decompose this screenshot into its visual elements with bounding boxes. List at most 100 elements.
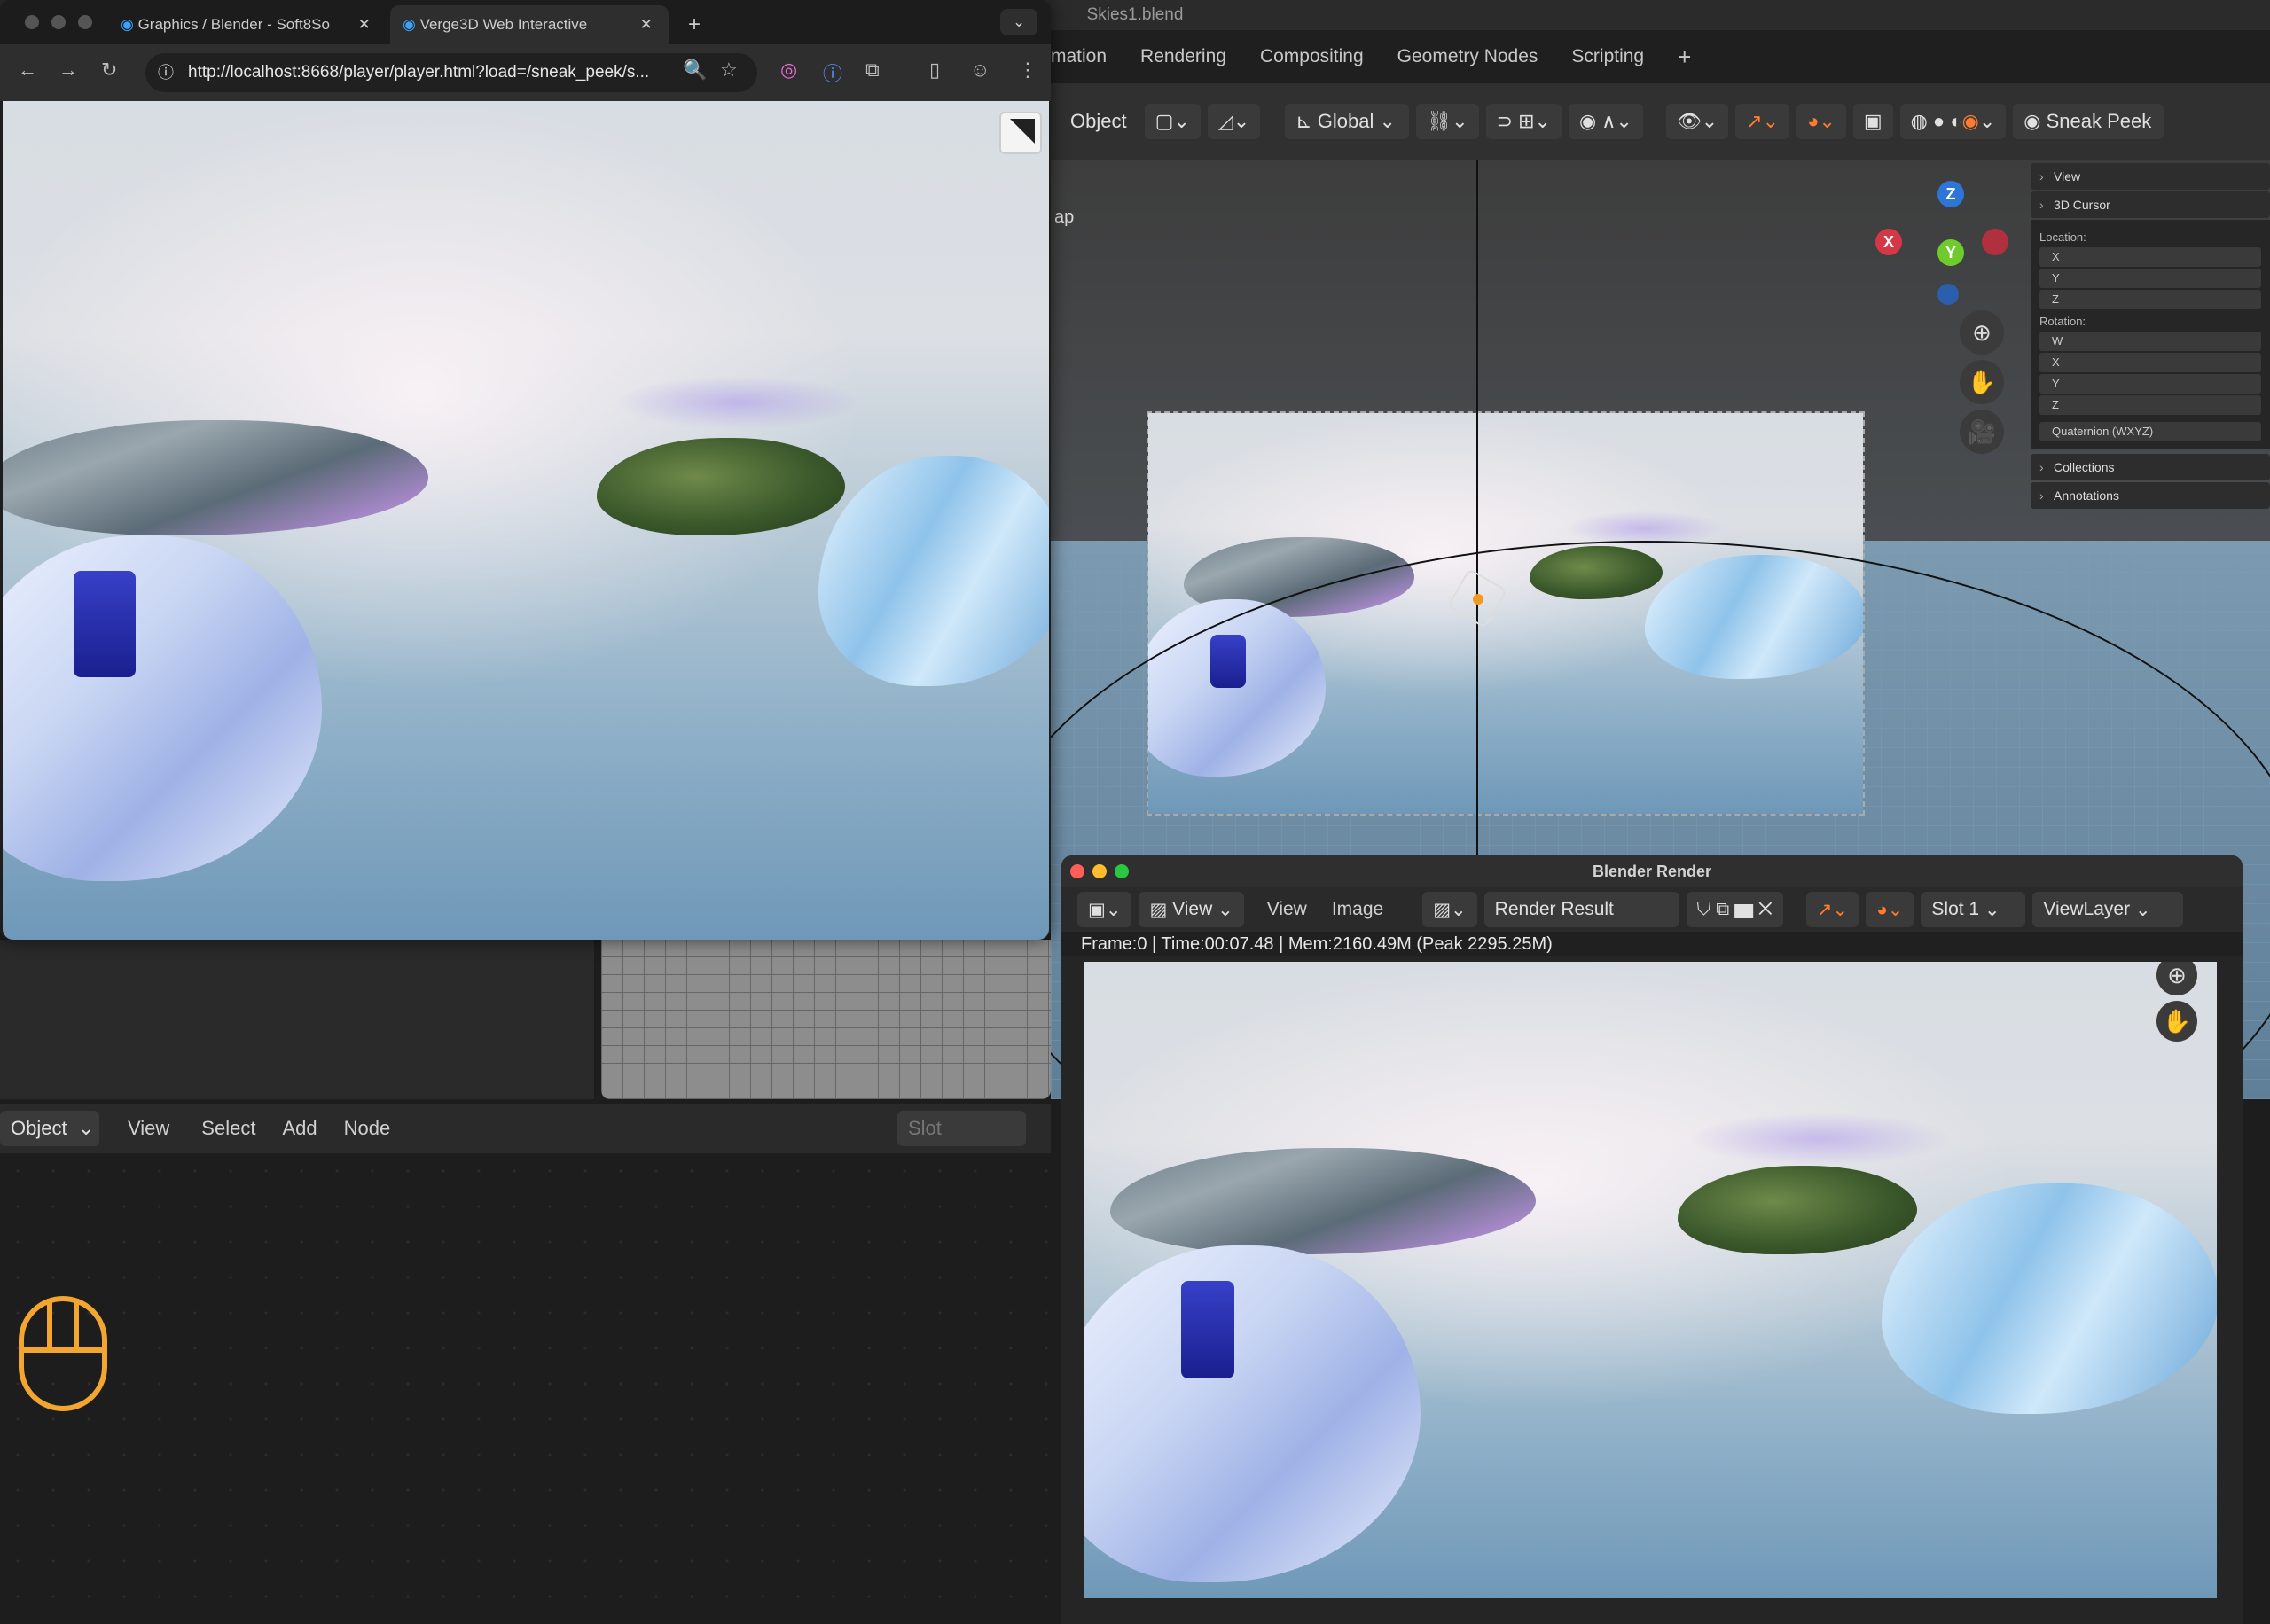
shader-menu-node[interactable]: Node xyxy=(344,1117,391,1140)
slot-dropdown[interactable]: Slot 1 ⌄ xyxy=(1921,892,2026,927)
tab-compositing[interactable]: Compositing xyxy=(1243,46,1381,67)
shader-menu-add[interactable]: Add xyxy=(282,1117,317,1140)
gizmo-toggle-icon[interactable]: ↗⌄ xyxy=(1735,104,1790,139)
shader-node-canvas[interactable] xyxy=(0,1153,1051,1624)
back-icon[interactable]: ← xyxy=(18,59,37,82)
chevron-down-icon: ⌄ xyxy=(1374,110,1396,132)
fullscreen-button[interactable] xyxy=(999,112,1042,154)
lower-viewport-left xyxy=(0,940,594,1099)
editor-type-dropdown[interactable]: ▣⌄ xyxy=(1077,892,1132,927)
pivot-icon[interactable]: ⛓⌄ xyxy=(1416,104,1479,139)
blue-crystal xyxy=(1181,1281,1234,1378)
render-menu-view[interactable]: View xyxy=(1267,899,1307,920)
gizmo-neg-z[interactable] xyxy=(1937,284,1959,305)
zoom-icon[interactable]: 🔍 xyxy=(683,59,707,82)
render-menu-image[interactable]: Image xyxy=(1332,899,1383,920)
close-tab-icon[interactable]: ✕ xyxy=(358,16,371,34)
render-gizmo-toggle-icon[interactable]: ↗⌄ xyxy=(1805,892,1859,927)
close-window-button[interactable] xyxy=(1070,864,1084,878)
rotation-mode-dropdown[interactable]: Quaternion (WXYZ) xyxy=(2039,422,2261,441)
snap-icon[interactable]: ⊃ ⊞⌄ xyxy=(1485,104,1562,139)
more-menu-icon[interactable]: ⋮ xyxy=(1018,59,1037,82)
shader-mode-label: Object xyxy=(11,1117,67,1139)
xray-icon[interactable]: ▣ xyxy=(1852,104,1893,139)
tab-scripting[interactable]: Scripting xyxy=(1554,46,1661,67)
verge3d-canvas[interactable] xyxy=(3,101,1049,940)
hand-pan-icon[interactable]: ✋ xyxy=(2156,1001,2197,1042)
minimize-window-button[interactable] xyxy=(51,15,66,29)
shader-menu-view[interactable]: View xyxy=(128,1117,169,1140)
proportional-edit-icon[interactable]: ◉ ∧⌄ xyxy=(1568,104,1643,139)
shader-object-dropdown[interactable]: Object ⌄ xyxy=(0,1111,99,1146)
view-panel-header[interactable]: View xyxy=(2031,163,2270,190)
maximize-window-button[interactable] xyxy=(78,15,92,29)
color-picker-extension-icon[interactable]: ◎ xyxy=(780,59,797,82)
visibility-icon[interactable]: 👁⌄ xyxy=(1665,104,1729,139)
3d-cursor-panel-header[interactable]: 3D Cursor xyxy=(2031,191,2270,218)
render-result-image[interactable]: ⊕ ✋ xyxy=(1084,962,2217,1598)
select-box-icon[interactable]: ▢⌄ xyxy=(1144,104,1201,139)
render-window-titlebar: Blender Render xyxy=(1061,855,2243,887)
select-mode-icon[interactable]: ◿⌄ xyxy=(1207,104,1261,139)
lower-viewport-grid xyxy=(601,940,1051,1099)
image-tools-icons[interactable]: ⛉ ⧉ ▆ ✕ xyxy=(1686,892,1783,927)
annotations-panel-header[interactable]: Annotations xyxy=(2031,482,2270,509)
extensions-icon[interactable]: ⧉ xyxy=(865,59,880,82)
profile-avatar-icon[interactable]: ☺ xyxy=(970,59,990,82)
reload-icon[interactable]: ↻ xyxy=(101,59,117,82)
zoom-icon[interactable]: ⊕ xyxy=(1960,310,2004,355)
add-workspace-button[interactable]: + xyxy=(1661,43,1708,71)
view-mode-dropdown[interactable]: ▨ View ⌄ xyxy=(1139,892,1244,927)
tab-rendering[interactable]: Rendering xyxy=(1123,46,1243,67)
sidebar-icon[interactable]: ▯ xyxy=(929,59,940,82)
rotation-w-field[interactable]: W xyxy=(2039,332,2261,351)
shading-modes-icon[interactable]: ◍ ● ◐ ◉ ⌄ xyxy=(1899,104,2007,139)
object-mode-button[interactable]: Object xyxy=(1060,104,1138,139)
forward-icon[interactable]: → xyxy=(59,59,78,82)
camera-view-icon[interactable]: 🎥 xyxy=(1960,410,2004,454)
gizmo-neg-x[interactable] xyxy=(1982,229,2008,255)
overlay-toggle-icon[interactable]: ◕⌄ xyxy=(1796,104,1846,139)
transform-orientation-dropdown[interactable]: ⊾ Global ⌄ xyxy=(1285,104,1410,139)
tab-title: Verge3D Web Interactive xyxy=(419,16,588,33)
hand-pan-icon[interactable]: ✋ xyxy=(1960,360,2004,404)
gizmo-x[interactable]: X xyxy=(1875,229,1902,255)
gizmo-y[interactable]: Y xyxy=(1937,239,1964,266)
rotation-z-field[interactable]: Z xyxy=(2039,395,2261,415)
minimize-window-button[interactable] xyxy=(1092,864,1107,878)
rotation-y-field[interactable]: Y xyxy=(2039,374,2261,394)
sidebar-npanel: View 3D Cursor Location: X Y Z Rotation:… xyxy=(2031,163,2270,518)
sneak-peek-button[interactable]: ◉ Sneak Peek xyxy=(2013,104,2164,139)
password-extension-icon[interactable]: ⓘ xyxy=(823,59,842,87)
tab-search-icon[interactable]: ⌄ xyxy=(1000,9,1038,35)
location-y-field[interactable]: Y xyxy=(2039,269,2261,288)
maximize-window-button[interactable] xyxy=(1115,864,1129,878)
bookmark-star-icon[interactable]: ☆ xyxy=(720,59,738,82)
close-tab-icon[interactable]: ✕ xyxy=(640,16,653,34)
gizmo-z[interactable]: Z xyxy=(1937,181,1964,207)
tab-animation[interactable]: mation xyxy=(1051,46,1123,67)
gizmo-x-label: X xyxy=(1883,232,1894,251)
new-tab-button[interactable]: + xyxy=(676,5,713,44)
address-bar[interactable]: ⓘ http://localhost:8668/player/player.ht… xyxy=(145,53,757,92)
view-layer-label: ViewLayer xyxy=(2043,899,2131,919)
shader-menu-select[interactable]: Select xyxy=(201,1117,255,1140)
browser-tab-blender[interactable]: ◉ Graphics / Blender - Soft8So ✕ xyxy=(108,5,388,44)
chevron-down-icon: ⌄ xyxy=(1212,899,1233,920)
tab-favicon-icon: ◉ xyxy=(403,16,420,33)
blender-render-window: Blender Render ▣⌄ ▨ View ⌄ View Image ▨⌄… xyxy=(1061,855,2243,1624)
browser-tab-verge3d[interactable]: ◉ Verge3D Web Interactive ✕ xyxy=(390,5,669,44)
location-z-field[interactable]: Z xyxy=(2039,290,2261,309)
rotation-x-field[interactable]: X xyxy=(2039,353,2261,372)
close-window-button[interactable] xyxy=(25,15,39,29)
3d-cursor-panel-label: 3D Cursor xyxy=(2054,198,2110,212)
slot-dropdown[interactable]: Slot xyxy=(897,1111,1026,1146)
tab-geometry-nodes[interactable]: Geometry Nodes xyxy=(1381,46,1555,67)
location-x-field[interactable]: X xyxy=(2039,247,2261,267)
3d-cursor-panel-body: Location: X Y Z Rotation: W X Y Z Quater… xyxy=(2031,220,2270,449)
image-browse-dropdown[interactable]: ▨⌄ xyxy=(1422,892,1477,927)
view-layer-dropdown[interactable]: ViewLayer ⌄ xyxy=(2032,892,2184,927)
collections-panel-header[interactable]: Collections xyxy=(2031,454,2270,480)
image-name-field[interactable]: Render Result xyxy=(1483,892,1679,927)
render-overlay-toggle-icon[interactable]: ◕⌄ xyxy=(1866,892,1914,927)
